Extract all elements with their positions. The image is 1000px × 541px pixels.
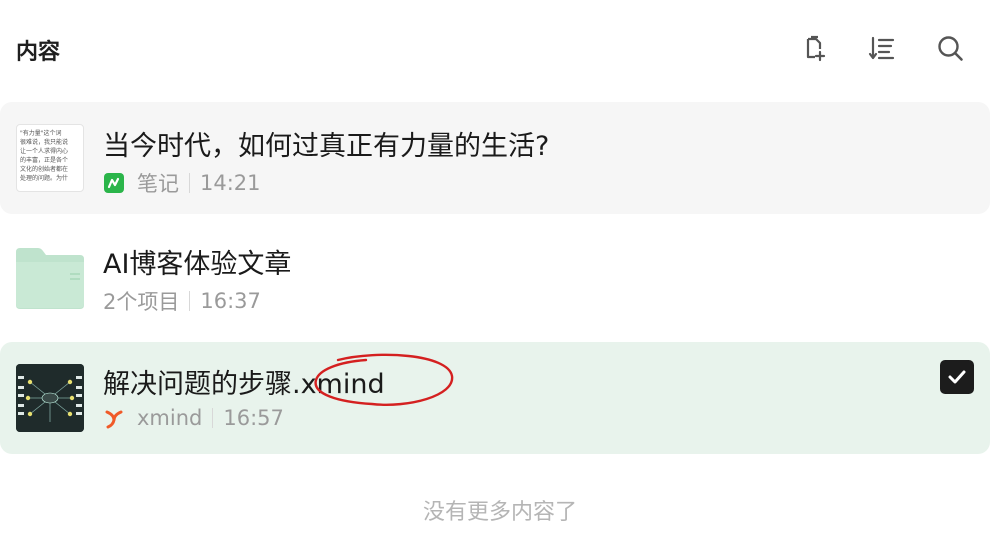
- note-thumbnail: "有力量"这个词 很难说，我只能说 让一个人求得内心 的丰富，正是各个 文化的创…: [16, 124, 84, 192]
- new-page-button[interactable]: [798, 32, 830, 64]
- item-source: 笔记: [137, 172, 179, 196]
- item-title: 当今时代，如何过真正有力量的生活?: [103, 131, 550, 162]
- item-meta: 笔记 14:21: [103, 168, 261, 198]
- content-header: 内容: [0, 0, 1000, 100]
- item-title: 解决问题的步骤.xmind: [103, 369, 385, 400]
- thumbnail-text: 处理的问题。为什: [20, 175, 69, 182]
- selection-checkbox[interactable]: [940, 360, 974, 394]
- search-icon: [938, 36, 963, 61]
- end-of-list-text: 没有更多内容了: [422, 500, 577, 525]
- new-page-icon: [806, 35, 826, 62]
- item-meta: xmind 16:57: [103, 406, 284, 430]
- item-title: AI博客体验文章: [103, 249, 292, 280]
- folder-icon: [16, 248, 84, 309]
- thumbnail-text: "有力量"这个词: [20, 130, 62, 137]
- sort-button[interactable]: [866, 32, 898, 64]
- item-time: 16:37: [200, 289, 261, 313]
- thumbnail-text: 文化的创始者都在: [20, 166, 69, 173]
- mindmap-thumbnail: [16, 364, 84, 432]
- xmind-icon: [105, 410, 123, 429]
- header-actions: [798, 32, 966, 64]
- note-app-icon: [104, 173, 124, 193]
- item-time: 14:21: [200, 171, 261, 195]
- meta-divider: [189, 291, 191, 311]
- thumbnail-text: 让一个人求得内心: [20, 148, 69, 155]
- list-item[interactable]: 解决问题的步骤.xmind xmind 16:57: [0, 342, 990, 454]
- thumbnail-text: 的丰富，正是各个: [20, 157, 69, 164]
- checkmark-icon: [948, 370, 966, 384]
- item-time: 16:57: [223, 406, 284, 430]
- meta-divider: [212, 408, 214, 428]
- thumbnail-text: 很难说，我只能说: [20, 139, 69, 146]
- page-title: 内容: [16, 40, 61, 65]
- meta-divider: [189, 173, 190, 193]
- search-button[interactable]: [934, 32, 966, 64]
- item-meta: 2个项目 16:37: [103, 286, 261, 316]
- item-count: 2个项目: [103, 290, 180, 314]
- sort-icon: [868, 36, 895, 60]
- list-item[interactable]: "有力量"这个词 很难说，我只能说 让一个人求得内心 的丰富，正是各个 文化的创…: [0, 102, 990, 214]
- list-item[interactable]: AI博客体验文章 2个项目 16:37: [0, 222, 990, 334]
- item-source: xmind: [137, 406, 203, 430]
